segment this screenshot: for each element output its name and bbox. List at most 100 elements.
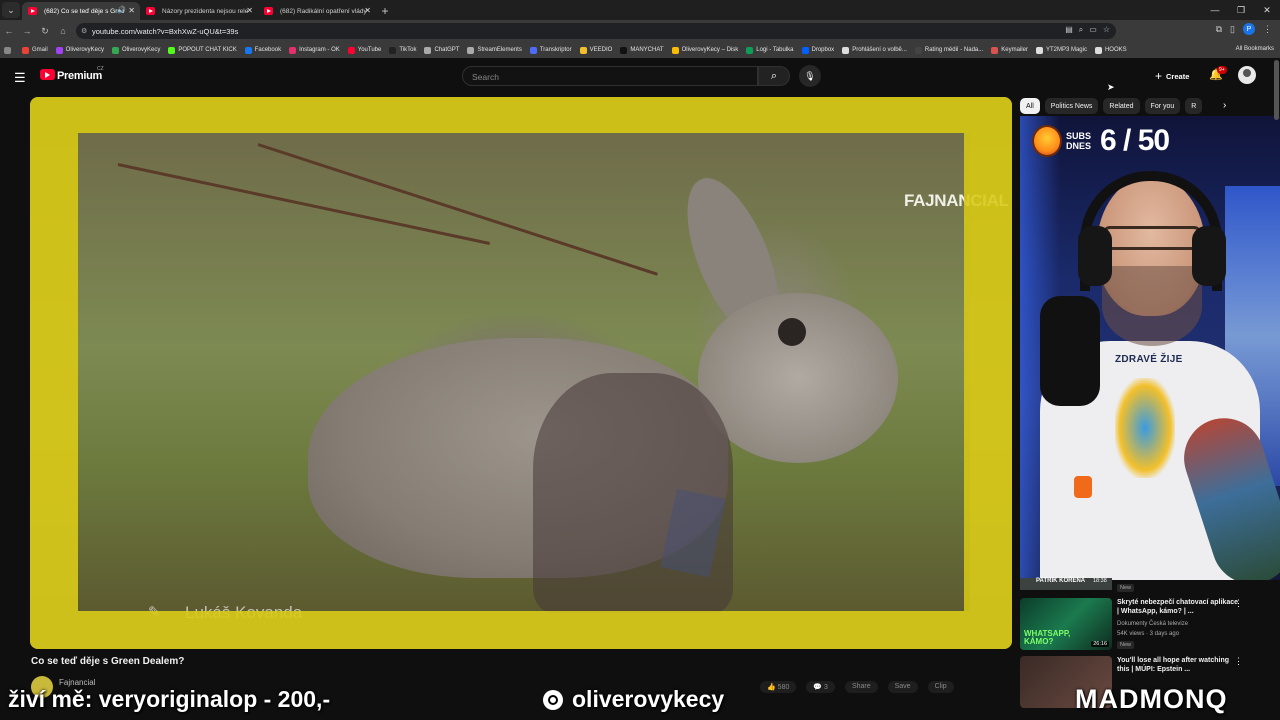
new-badge: New: [1117, 641, 1135, 649]
reload-icon[interactable]: ↻: [36, 22, 54, 40]
bookmark-item[interactable]: StreamElements: [467, 46, 522, 54]
youtube-header: ☰ Premium CZ Search ⌕ 🎙 + Create 🔔 9+: [0, 58, 1280, 94]
recommendation-thumbnail[interactable]: WHATSAPP, KÁMO? 26:16: [1020, 598, 1112, 650]
bookmark-item[interactable]: HOOKS: [1094, 46, 1127, 54]
site-info-icon[interactable]: ⚙: [81, 27, 87, 35]
instagram-icon: [543, 689, 563, 710]
chip-for-you[interactable]: For you: [1144, 98, 1181, 114]
create-button[interactable]: + Create: [1149, 67, 1195, 85]
bookmark-item[interactable]: OliverovyKecy – Disk: [671, 46, 738, 54]
stream-social-handle: oliverovykecy: [543, 686, 724, 713]
bookmark-item[interactable]: Logi - Tabulka: [746, 46, 794, 54]
bookmark-item[interactable]: ChatGPT: [424, 46, 459, 54]
recommendation-title[interactable]: You'll lose all hope after watching this…: [1117, 656, 1241, 674]
bookmark-item[interactable]: VEEDIO: [579, 46, 612, 54]
bookmark-label: Gmail: [32, 47, 48, 53]
subs-goal-label: SUBS DNES: [1066, 131, 1092, 151]
home-icon[interactable]: ⌂: [54, 22, 72, 40]
youtube-logo-icon[interactable]: [40, 69, 55, 80]
chip-all[interactable]: All: [1020, 98, 1040, 114]
thumbnail-text: WHATSAPP, KÁMO?: [1024, 629, 1071, 646]
shirt-text: ZDRAVÉ ŽIJE: [1115, 354, 1183, 365]
bookmark-favicon-icon: [620, 46, 628, 54]
bookmark-star-icon[interactable]: ☆: [1103, 25, 1110, 35]
maximize-icon[interactable]: ❐: [1228, 0, 1254, 20]
microphone-icon[interactable]: 🎙: [799, 65, 821, 87]
extensions-icon[interactable]: ⧉: [1216, 24, 1222, 35]
comments-button[interactable]: 💬 3: [806, 681, 835, 693]
bookmark-item[interactable]: Rating médií - Nada...: [914, 46, 984, 54]
page-scrollbar[interactable]: [1274, 60, 1279, 120]
all-bookmarks-button[interactable]: All Bookmarks: [1236, 46, 1274, 52]
bookmark-item[interactable]: POPOUT CHAT KICK: [168, 46, 237, 54]
bookmark-favicon-icon: [22, 46, 29, 54]
minimize-icon[interactable]: —: [1202, 0, 1228, 20]
like-button[interactable]: 👍 580: [760, 681, 797, 693]
bookmark-item[interactable]: OliverovyKecy: [55, 46, 104, 54]
clip-button[interactable]: Clip: [927, 681, 954, 693]
notification-badge: 9+: [1217, 66, 1227, 74]
account-avatar[interactable]: [1238, 66, 1256, 84]
side-panel-icon[interactable]: ▯: [1230, 24, 1235, 35]
recommendation-item[interactable]: WHATSAPP, KÁMO? 26:16 Skryté nebezpečí c…: [1020, 598, 1260, 652]
more-options-icon[interactable]: ⋮: [1234, 656, 1243, 667]
chip-politics-news[interactable]: Politics News: [1044, 98, 1099, 114]
more-options-icon[interactable]: ⋮: [1234, 598, 1243, 609]
browser-tab-1[interactable]: (682) Co se teď děje s Gree 🔊 ✕: [22, 2, 140, 20]
url-text: youtube.com/watch?v=BxhXwZ-uQU&t=39s: [92, 26, 239, 36]
bookmark-item[interactable]: Gmail: [22, 46, 48, 54]
tab-label: Názory prezidenta nejsou rele: [162, 7, 249, 15]
profile-avatar[interactable]: P: [1243, 23, 1255, 35]
bookmark-item[interactable]: Dropbox: [801, 46, 834, 54]
bookmark-item[interactable]: OliverovyKecy: [112, 46, 160, 54]
recommendation-title[interactable]: Skryté nebezpečí chatovací aplikace | Wh…: [1117, 598, 1241, 616]
bookmark-item[interactable]: YouTube: [347, 46, 381, 54]
forward-icon[interactable]: →: [18, 22, 36, 40]
browser-tab-2[interactable]: Názory prezidenta nejsou rele ✕: [140, 2, 258, 20]
bookmark-label: TikTok: [399, 47, 417, 53]
browser-tab-3[interactable]: (682) Radikální opatření vlády ✕: [258, 2, 376, 20]
video-player[interactable]: FAJNANCIAL ✎ Lukáš Kovanda: [30, 97, 1012, 649]
chevron-right-icon[interactable]: ›: [1223, 100, 1226, 111]
bookmark-item[interactable]: YT2MP3 Magic: [1035, 46, 1087, 54]
close-tab-icon[interactable]: ✕: [364, 6, 371, 15]
bookmark-item[interactable]: Keymailer: [991, 46, 1028, 54]
back-icon[interactable]: ←: [0, 22, 18, 40]
bookmark-item[interactable]: TikTok: [389, 46, 417, 54]
address-bar[interactable]: ⚙ youtube.com/watch?v=BxhXwZ-uQU&t=39s ▤…: [76, 23, 1116, 39]
tab-search-button[interactable]: ⌄: [2, 2, 20, 18]
new-tab-button[interactable]: +: [376, 2, 394, 20]
chip-related[interactable]: Related: [1103, 98, 1140, 114]
close-window-icon[interactable]: ✕: [1254, 0, 1280, 20]
search-input[interactable]: Search: [462, 66, 758, 86]
bookmark-item[interactable]: Facebook: [244, 46, 281, 54]
bookmark-label: Prohlášení o volbě...: [852, 47, 907, 53]
speaker-icon[interactable]: 🔊: [117, 6, 126, 14]
bookmark-label: YT2MP3 Magic: [1045, 47, 1087, 53]
translate-icon[interactable]: ▤: [1065, 25, 1073, 35]
bookmark-favicon-icon: [289, 46, 297, 54]
bookmark-item[interactable]: MANYCHAT: [620, 46, 664, 54]
overlaid-person: [533, 373, 733, 613]
recommendation-channel[interactable]: Dokumenty Česká televize: [1117, 621, 1188, 627]
apps-icon[interactable]: [4, 46, 14, 54]
bookmark-favicon-icon: [244, 46, 252, 54]
close-tab-icon[interactable]: ✕: [246, 6, 253, 15]
menu-icon[interactable]: ☰: [14, 70, 26, 86]
save-button[interactable]: Save: [887, 681, 918, 693]
cast-icon[interactable]: ▭: [1089, 25, 1097, 35]
bookmark-item[interactable]: Instagram - OK: [289, 46, 340, 54]
chip-more[interactable]: R: [1185, 98, 1203, 114]
search-icon[interactable]: ⌕: [758, 66, 790, 86]
zoom-icon[interactable]: ⌕: [1079, 25, 1083, 35]
bookmark-label: Rating médií - Nada...: [924, 47, 984, 53]
youtube-brand[interactable]: Premium: [57, 70, 102, 82]
bookmark-item[interactable]: Transkriptor: [529, 46, 572, 54]
bookmark-favicon-icon: [1035, 46, 1043, 54]
share-button[interactable]: Share: [844, 681, 878, 693]
bookmark-favicon-icon: [55, 46, 63, 54]
chrome-menu-icon[interactable]: ⋮: [1263, 24, 1272, 35]
close-tab-icon[interactable]: ✕: [128, 6, 135, 15]
bookmark-item[interactable]: Prohlášení o volbě...: [842, 46, 907, 54]
branch: [257, 143, 658, 276]
